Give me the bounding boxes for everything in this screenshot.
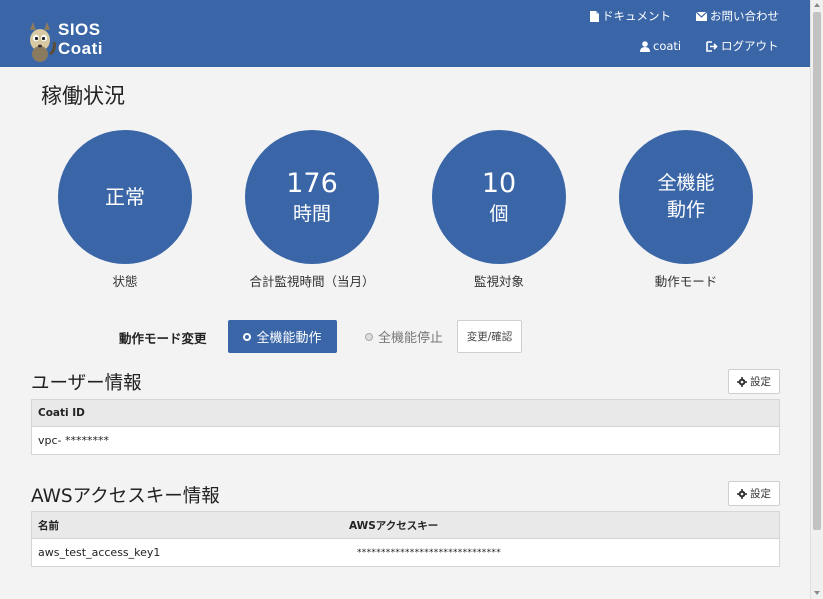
table-header-row: Coati ID xyxy=(32,400,779,427)
name-column-header: 名前 xyxy=(38,519,59,532)
user-info-table: Coati ID vpc- ******** xyxy=(31,399,780,455)
user-info-settings-label: 設定 xyxy=(750,376,771,388)
top-navbar: SIOS Coati ドキュメント お問い合わせ coati ログアウト xyxy=(0,0,810,67)
logo[interactable]: SIOS Coati xyxy=(26,18,122,62)
logo-line2: Coati xyxy=(58,39,103,58)
operation-mode-line1: 全機能 xyxy=(657,172,715,194)
user-info-title: ユーザー情報 xyxy=(31,373,142,394)
documents-label: ドキュメント xyxy=(602,9,671,23)
access-key-name: aws_test_access_key1 xyxy=(38,546,161,559)
monitoring-hours-label: 合計監視時間（当月） xyxy=(249,274,375,289)
access-key-column-header: AWSアクセスキー xyxy=(349,519,439,532)
table-row: vpc- ******** xyxy=(32,427,779,454)
mode-option-full-operation-label: 全機能動作 xyxy=(256,331,322,346)
logo-line1: SIOS xyxy=(58,20,101,39)
coati-mascot-icon xyxy=(30,22,56,62)
monitored-targets-circle: 10 個 xyxy=(432,130,566,264)
user-menu[interactable]: coati xyxy=(640,39,681,53)
mode-option-full-stop-label: 全機能停止 xyxy=(377,331,443,346)
user-label: coati xyxy=(653,39,682,53)
logout-icon xyxy=(706,40,718,52)
status-circle: 正常 xyxy=(58,130,192,264)
file-icon xyxy=(590,10,599,22)
scroll-up-arrow-icon[interactable] xyxy=(814,3,820,7)
gear-icon xyxy=(737,488,747,499)
logout-label: ログアウト xyxy=(721,39,779,53)
operation-mode-label: 動作モード xyxy=(654,274,718,289)
mode-change-label: 動作モード変更 xyxy=(119,331,207,346)
scroll-down-arrow-icon[interactable] xyxy=(814,591,820,595)
aws-info-settings-button[interactable]: 設定 xyxy=(728,481,780,506)
operation-mode-line2: 動作 xyxy=(666,199,705,221)
aws-info-table: 名前 AWSアクセスキー aws_test_access_key1 ******… xyxy=(31,511,780,567)
coati-id-header: Coati ID xyxy=(38,407,85,419)
aws-info-title: AWSアクセスキー情報 xyxy=(31,486,220,507)
gear-icon xyxy=(737,376,747,387)
aws-info-settings-label: 設定 xyxy=(750,488,771,500)
table-header-row: 名前 AWSアクセスキー xyxy=(32,512,779,539)
status-value: 正常 xyxy=(105,185,145,209)
contact-label: お問い合わせ xyxy=(710,9,779,23)
vertical-scrollbar[interactable] xyxy=(810,0,823,599)
logout-link[interactable]: ログアウト xyxy=(706,39,779,53)
operation-mode-circle: 全機能 動作 xyxy=(619,130,753,264)
access-key-value: ****************************** xyxy=(357,547,501,558)
monitoring-hours-value: 176 xyxy=(286,167,338,199)
documents-link[interactable]: ドキュメント xyxy=(590,9,671,23)
envelope-icon xyxy=(696,11,707,21)
page-title: 稼働状況 xyxy=(41,84,125,108)
mode-option-full-stop[interactable]: 全機能停止 xyxy=(354,320,454,353)
coati-id-value: vpc- ******** xyxy=(38,434,110,447)
status-label: 状態 xyxy=(112,274,138,289)
user-info-settings-button[interactable]: 設定 xyxy=(728,369,780,394)
logo-text: SIOS Coati xyxy=(58,20,103,58)
monitoring-hours-unit: 時間 xyxy=(292,202,331,225)
user-icon xyxy=(640,40,650,52)
radio-unselected-icon xyxy=(364,332,373,341)
scroll-thumb[interactable] xyxy=(813,12,821,530)
monitored-targets-unit: 個 xyxy=(489,202,509,225)
table-row: aws_test_access_key1 *******************… xyxy=(32,539,779,566)
contact-link[interactable]: お問い合わせ xyxy=(696,9,779,23)
monitoring-hours-circle: 176 時間 xyxy=(245,130,379,264)
mode-confirm-button[interactable]: 変更/確認 xyxy=(457,320,522,353)
monitored-targets-value: 10 xyxy=(481,167,517,199)
radio-selected-icon xyxy=(243,332,252,341)
mode-option-full-operation[interactable]: 全機能動作 xyxy=(228,320,337,353)
monitored-targets-label: 監視対象 xyxy=(473,274,524,289)
